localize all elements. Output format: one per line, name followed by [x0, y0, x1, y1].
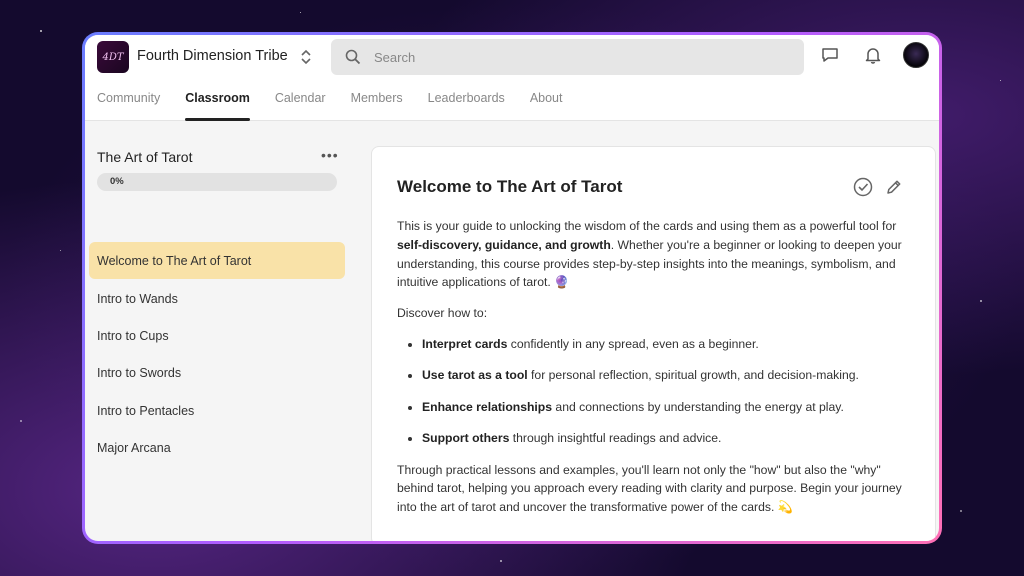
- lesson-content-card: Welcome to The Art of Tarot This is your…: [371, 146, 936, 541]
- closing-paragraph: Through practical lessons and examples, …: [397, 462, 902, 515]
- tab-leaderboards[interactable]: Leaderboards: [428, 91, 505, 121]
- search-input[interactable]: Search: [331, 39, 804, 75]
- app-window: 4DT Fourth Dimension Tribe Search Commun…: [85, 35, 939, 541]
- discover-heading: Discover how to:: [397, 306, 488, 321]
- tab-calendar[interactable]: Calendar: [275, 91, 326, 121]
- list-item: Interpret cards confidently in any sprea…: [422, 335, 912, 354]
- nav-tabs: Community Classroom Calendar Members Lea…: [97, 91, 587, 121]
- bell-icon[interactable]: [863, 45, 883, 65]
- bullet-list: Interpret cards confidently in any sprea…: [397, 335, 912, 448]
- tab-classroom[interactable]: Classroom: [185, 91, 250, 121]
- tab-members[interactable]: Members: [351, 91, 403, 121]
- chat-icon[interactable]: [820, 45, 840, 65]
- course-sidebar: The Art of Tarot ••• 0% Welcome to The A…: [85, 121, 355, 541]
- intro-paragraph: This is your guide to unlocking the wisd…: [397, 219, 902, 290]
- lesson-item-pentacles[interactable]: Intro to Pentacles: [89, 392, 345, 429]
- group-logo[interactable]: 4DT: [97, 41, 129, 73]
- more-options-icon[interactable]: •••: [321, 147, 339, 163]
- lesson-item-welcome[interactable]: Welcome to The Art of Tarot: [89, 242, 345, 279]
- progress-bar: 0%: [97, 173, 337, 191]
- tab-community[interactable]: Community: [97, 91, 160, 121]
- edit-pencil-icon[interactable]: [885, 178, 903, 196]
- lesson-item-wands[interactable]: Intro to Wands: [89, 280, 345, 317]
- lesson-body: This is your guide to unlocking the wisd…: [397, 217, 912, 529]
- search-placeholder: Search: [374, 50, 416, 65]
- search-icon: [345, 49, 361, 65]
- lesson-title: Welcome to The Art of Tarot: [397, 177, 623, 196]
- list-item: Enhance relationships and connections by…: [422, 398, 912, 417]
- progress-label: 0%: [110, 176, 124, 187]
- avatar[interactable]: [903, 42, 929, 68]
- list-item: Support others through insightful readin…: [422, 429, 912, 448]
- app-frame: 4DT Fourth Dimension Tribe Search Commun…: [82, 32, 942, 544]
- tab-about[interactable]: About: [530, 91, 563, 121]
- mark-complete-icon[interactable]: [853, 177, 873, 197]
- lesson-item-swords[interactable]: Intro to Swords: [89, 354, 345, 391]
- list-item: Use tarot as a tool for personal reflect…: [422, 366, 912, 385]
- header: 4DT Fourth Dimension Tribe Search Commun…: [85, 35, 939, 121]
- course-title: The Art of Tarot: [97, 149, 193, 165]
- chevron-up-down-icon[interactable]: [299, 47, 313, 67]
- lesson-item-cups[interactable]: Intro to Cups: [89, 317, 345, 354]
- lesson-item-major-arcana[interactable]: Major Arcana: [89, 429, 345, 466]
- group-name[interactable]: Fourth Dimension Tribe: [137, 48, 288, 64]
